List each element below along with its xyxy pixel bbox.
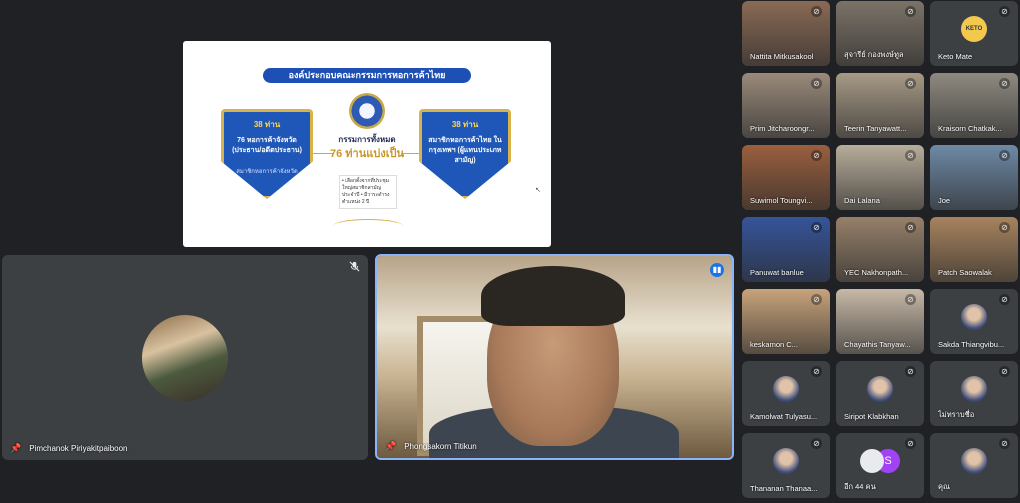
mic-off-icon: ⊘ [905,222,916,233]
participant-name: Suwimol Toungvi... [750,196,813,205]
mic-off-icon: ⊘ [811,6,822,17]
avatar [773,448,799,474]
right-shield-text: สมาชิกหอการค้าไทย ในกรุงเทพฯ (ผู้แทนประเ… [428,137,502,164]
mic-off-icon: ⊘ [905,438,916,449]
participant-name: Siripot Klabkhan [844,412,899,421]
mic-off-icon: ⊘ [999,6,1010,17]
mic-off-icon: ⊘ [999,78,1010,89]
participant-tile[interactable]: ⊘ Sakda Thiangvibu... [930,289,1018,354]
right-shield-count: 38 ท่าน [451,120,479,129]
participant-tile[interactable]: ⊘ Chayathis Tanyaw... [836,289,924,354]
mic-off-icon: ⊘ [811,366,822,377]
center-note: • เลือกตั้งจากที่ประชุมใหญ่สมาชิกสามัญปร… [339,175,397,209]
participant-tile[interactable]: ⊘ Kamolwat Tulyasu... [742,361,830,426]
participant-tile[interactable]: ⊘ Joe [930,145,1018,210]
participant-tile[interactable]: ⊘ Suwimol Toungvi... [742,145,830,210]
mic-off-icon: ⊘ [905,294,916,305]
avatar [867,376,893,402]
avatar: KETO [961,16,987,42]
participant-name: คุณ [938,482,950,491]
left-shield-text: 76 หอการค้าจังหวัด (ประธาน/อดีตประธาน) [232,137,302,154]
avatar [860,449,884,473]
participant-name: Teerin Tanyawatt... [844,124,907,133]
participant-name: ไม่ทราบชื่อ [938,410,975,419]
pin-icon: 📌 [385,441,397,451]
participant-tile[interactable]: ⊘ Prim Jitcharoongr... [742,73,830,138]
mic-off-icon: ⊘ [905,366,916,377]
participant-name-tag: 📌 Phongsakorn Titikun [385,441,477,452]
center-big-text: 76 ท่านแบ่งเป็น [330,148,404,160]
participant-name-tag: 📌 Pimchanok Piriyakitpaiboon [10,443,128,454]
participant-tile[interactable]: ⊘ Siripot Klabkhan [836,361,924,426]
participant-tile[interactable]: ⊘ สุจารีย์ กองพงษ์ทูล [836,1,924,66]
avatar [773,376,799,402]
participant-name: Chayathis Tanyaw... [844,340,911,349]
avatar [961,304,987,330]
mic-off-icon: ⊘ [811,150,822,161]
avatar [961,376,987,402]
avatar [142,315,228,401]
participant-name: Prim Jitcharoongr... [750,124,815,133]
mic-off-icon [348,261,360,273]
left-shield: 38 ท่าน 76 หอการค้าจังหวัด (ประธาน/อดีตป… [221,109,313,199]
participant-name: Joe [938,196,951,205]
participant-tile[interactable]: ⊘ Nattita Mitkusakool [742,1,830,66]
mic-off-icon: ⊘ [905,6,916,17]
decorative-wave [333,219,403,233]
participant-name: YEC Nakhonpath... [844,268,909,277]
mic-off-icon: ⊘ [999,294,1010,305]
mic-off-icon: ⊘ [811,438,822,449]
participant-tile[interactable]: ⊘ Patch Saowalak [930,217,1018,282]
mic-off-icon: ⊘ [811,78,822,89]
participant-name: Nattita Mitkusakool [750,52,814,61]
participant-name: Phongsakorn Titikun [404,442,477,451]
participant-tile[interactable]: S ⊘ อีก 44 คน [836,433,924,498]
right-shield: 38 ท่าน สมาชิกหอการค้าไทย ในกรุงเทพฯ (ผู… [419,109,511,199]
participant-name: สุจารีย์ กองพงษ์ทูล [844,50,904,59]
participant-tile[interactable]: ⊘ ไม่ทราบชื่อ [930,361,1018,426]
participant-tile[interactable]: KETO ⊘ Keto Mate [930,1,1018,66]
cursor-icon: ↖ [535,187,541,194]
mic-off-icon: ⊘ [999,150,1010,161]
mic-off-icon: ⊘ [905,78,916,89]
chamber-logo [349,93,385,129]
participant-name: Dai Lalana [844,196,880,205]
presentation-slide: องค์ประกอบคณะกรรมการหอการค้าไทย 38 ท่าน … [183,41,551,247]
participant-tile[interactable]: ⊘ Kraisorn Chatkak... [930,73,1018,138]
mic-off-icon: ⊘ [811,294,822,305]
participant-tile[interactable]: ⊘ Teerin Tanyawatt... [836,73,924,138]
pin-icon: 📌 [10,443,22,453]
participant-tile[interactable]: ⊘ คุณ [930,433,1018,498]
mic-off-icon: ⊘ [999,438,1010,449]
mic-off-icon: ⊘ [905,150,916,161]
participant-tile[interactable]: ⊘ YEC Nakhonpath... [836,217,924,282]
slide-header: องค์ประกอบคณะกรรมการหอการค้าไทย [233,68,501,83]
participant-tile-speaker[interactable]: ▮▮ 📌 Phongsakorn Titikun [375,254,734,460]
left-shield-count: 38 ท่าน [253,120,281,129]
speaker-hair [481,266,625,326]
participant-name: keskamon C... [750,340,798,349]
participant-name: อีก 44 คน [844,482,876,491]
participant-name: Patch Saowalak [938,268,992,277]
mic-off-icon: ⊘ [999,222,1010,233]
participant-name: Sakda Thiangvibu... [938,340,1005,349]
participant-name: Kraisorn Chatkak... [938,124,1002,133]
participant-tile[interactable]: ⊘ keskamon C... [742,289,830,354]
participant-name: Thananan Thanaa... [750,484,818,493]
mic-off-icon: ⊘ [999,366,1010,377]
participant-tile-main[interactable]: 📌 Pimchanok Piriyakitpaiboon [2,255,368,460]
participant-tile[interactable]: ⊘ Thananan Thanaa... [742,433,830,498]
participant-tile[interactable]: ⊘ Dai Lalana [836,145,924,210]
participant-name: Keto Mate [938,52,973,61]
participant-name: Kamolwat Tulyasu... [750,412,818,421]
left-shield-subtext: สมาชิกหอการค้าจังหวัด [236,169,298,175]
avatar [961,448,987,474]
participant-tile[interactable]: ⊘ Panuwat banlue [742,217,830,282]
participant-name: Pimchanok Piriyakitpaiboon [29,444,128,453]
participant-name: Panuwat banlue [750,268,804,277]
mic-off-icon: ⊘ [811,222,822,233]
speaking-indicator-icon: ▮▮ [710,263,724,277]
